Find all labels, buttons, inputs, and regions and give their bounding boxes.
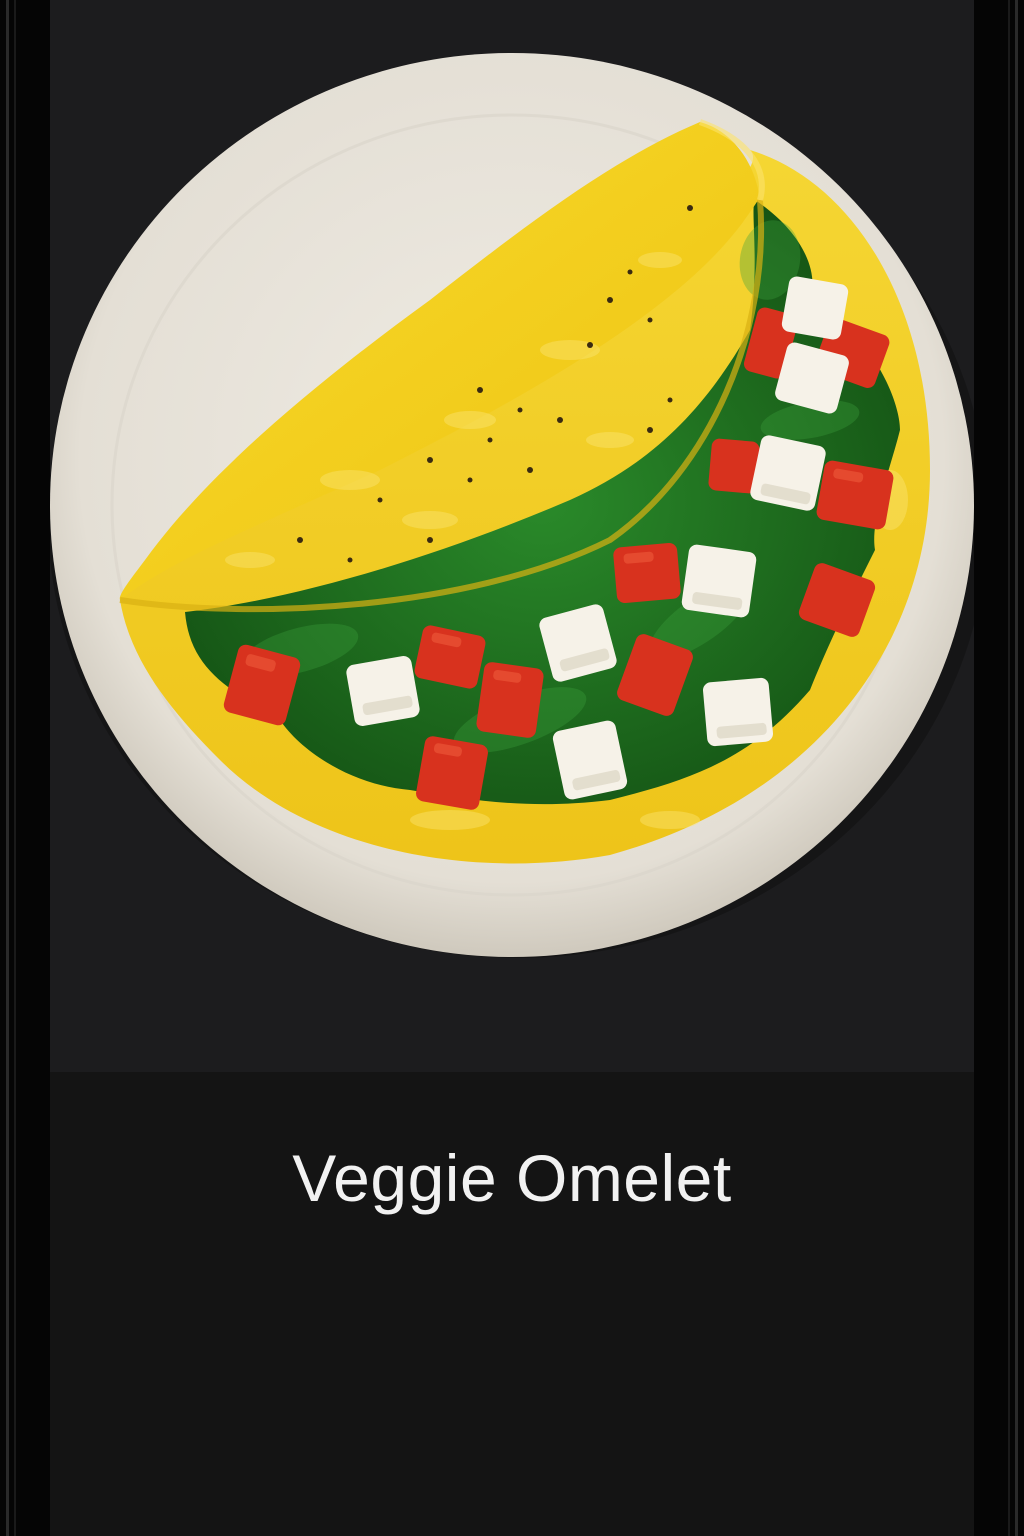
omelet-image — [50, 0, 974, 1072]
dish-title: Veggie Omelet — [292, 1141, 732, 1215]
recipe-card[interactable]: Veggie Omelet — [50, 0, 974, 1536]
caption-panel: Veggie Omelet — [50, 1072, 974, 1536]
bezel-edge-right — [1015, 0, 1018, 1536]
dish-photo — [50, 0, 974, 1072]
device-frame: Veggie Omelet — [0, 0, 1024, 1536]
bezel-edge-left-inner — [14, 0, 16, 1536]
bezel-edge-left — [6, 0, 9, 1536]
bezel-edge-right-inner — [1008, 0, 1010, 1536]
